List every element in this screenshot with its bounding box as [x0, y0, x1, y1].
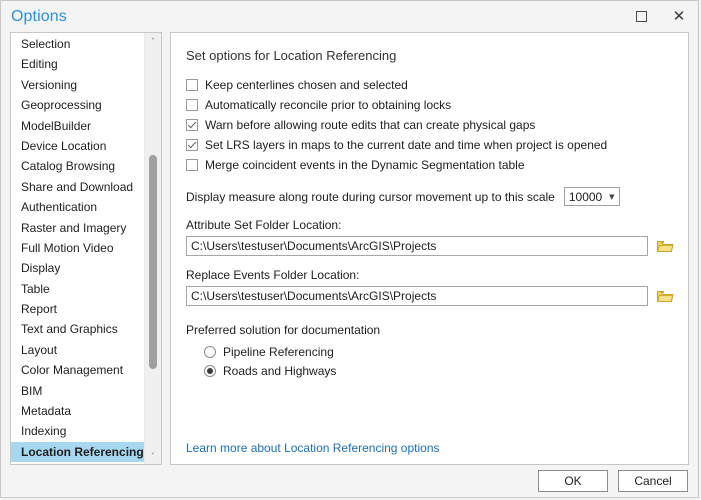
checkbox-row[interactable]: Merge coincident events in the Dynamic S…	[186, 156, 676, 174]
cancel-button[interactable]: Cancel	[618, 470, 688, 492]
scrollbar-thumb[interactable]	[149, 155, 157, 369]
sidebar-item-device-location[interactable]: Device Location	[11, 136, 144, 156]
sidebar-item-versioning[interactable]: Versioning	[11, 75, 144, 95]
checkbox-label: Merge coincident events in the Dynamic S…	[205, 158, 525, 172]
learn-more-link[interactable]: Learn more about Location Referencing op…	[186, 441, 440, 455]
checkbox-checked-icon[interactable]	[186, 139, 198, 151]
replace-events-folder-row	[186, 286, 676, 306]
scale-dropdown-value: 10000	[568, 189, 603, 204]
sidebar-item-indexing[interactable]: Indexing	[11, 421, 144, 441]
replace-events-folder-browse-button[interactable]	[654, 286, 676, 306]
window-title: Options	[11, 7, 67, 25]
radio-row[interactable]: Pipeline Referencing	[204, 342, 676, 361]
sidebar-item-table[interactable]: Table	[11, 279, 144, 299]
radio-selected-icon[interactable]	[204, 364, 216, 377]
scroll-down-button[interactable]: ˅	[145, 448, 161, 464]
checkbox-label: Set LRS layers in maps to the current da…	[205, 138, 608, 152]
display-measure-scale-row: Display measure along route during curso…	[186, 187, 676, 206]
sidebar-item-report[interactable]: Report	[11, 299, 144, 319]
checkbox-label: Automatically reconcile prior to obtaini…	[205, 98, 452, 112]
preferred-solution-group: Pipeline Referencing Roads and Highways	[183, 342, 676, 380]
checkbox-checked-icon[interactable]	[186, 119, 198, 131]
chevron-down-icon: ▼	[609, 192, 615, 201]
scroll-up-button[interactable]: ˄	[145, 33, 161, 49]
maximize-button[interactable]	[622, 1, 660, 32]
sidebar-item-editing[interactable]: Editing	[11, 54, 144, 74]
checkbox-row[interactable]: Keep centerlines chosen and selected	[186, 76, 676, 94]
sidebar-item-share-and-download[interactable]: Share and Download	[11, 177, 144, 197]
sidebar-item-full-motion-video[interactable]: Full Motion Video	[11, 238, 144, 258]
sidebar-item-bim[interactable]: BIM	[11, 381, 144, 401]
checkbox-group: Keep centerlines chosen and selected Auto…	[183, 76, 676, 174]
dialog-footer: OK Cancel	[1, 465, 698, 497]
folder-icon	[656, 241, 673, 252]
sidebar-item-display[interactable]: Display	[11, 258, 144, 278]
attribute-set-folder-input[interactable]	[186, 236, 648, 256]
sidebar-item-metadata[interactable]: Metadata	[11, 401, 144, 421]
checkbox-label: Warn before allowing route edits that ca…	[205, 118, 536, 132]
sidebar-item-selection[interactable]: Selection	[11, 34, 144, 54]
radio-row[interactable]: Roads and Highways	[204, 361, 676, 380]
maximize-icon	[635, 11, 647, 22]
checkbox-row[interactable]: Warn before allowing route edits that ca…	[186, 116, 676, 134]
window-controls: ✕	[622, 1, 698, 32]
sidebar-item-layout[interactable]: Layout	[11, 340, 144, 360]
radio-unselected-icon[interactable]	[204, 345, 216, 358]
checkbox-label: Keep centerlines chosen and selected	[205, 78, 408, 92]
close-icon: ✕	[672, 7, 686, 25]
attribute-set-folder-row	[186, 236, 676, 256]
checkbox-unchecked-icon[interactable]	[186, 159, 198, 171]
display-measure-scale-label: Display measure along route during curso…	[186, 189, 555, 204]
sidebar-item-catalog-browsing[interactable]: Catalog Browsing	[11, 156, 144, 176]
ok-button[interactable]: OK	[538, 470, 608, 492]
checkbox-row[interactable]: Automatically reconcile prior to obtaini…	[186, 96, 676, 114]
sidebar-item-raster-and-imagery[interactable]: Raster and Imagery	[11, 218, 144, 238]
radio-label: Pipeline Referencing	[223, 344, 334, 359]
sidebar-item-text-and-graphics[interactable]: Text and Graphics	[11, 319, 144, 339]
attribute-set-folder-label: Attribute Set Folder Location:	[186, 218, 342, 232]
sidebar-item-authentication[interactable]: Authentication	[11, 197, 144, 217]
category-list-scrollbar[interactable]: ˄ ˅	[144, 33, 161, 464]
checkbox-row[interactable]: Set LRS layers in maps to the current da…	[186, 136, 676, 154]
radio-label: Roads and Highways	[223, 363, 337, 378]
title-bar: Options ✕	[1, 1, 698, 32]
sidebar-item-location-referencing[interactable]: Location Referencing	[11, 441, 144, 463]
replace-events-folder-input[interactable]	[186, 286, 648, 306]
folder-icon	[656, 291, 673, 302]
close-button[interactable]: ✕	[660, 1, 698, 32]
dialog-body: Selection Editing Versioning Geoprocessing M…	[1, 32, 698, 497]
options-content-panel: Set options for Location Referencing Kee…	[170, 32, 689, 465]
preferred-solution-label: Preferred solution for documentation	[186, 323, 381, 337]
scrollbar-track[interactable]	[145, 49, 161, 448]
category-items[interactable]: Selection Editing Versioning Geoprocessing M…	[11, 33, 144, 464]
sidebar-item-color-management[interactable]: Color Management	[11, 360, 144, 380]
sidebar-item-modelbuilder[interactable]: ModelBuilder	[11, 116, 144, 136]
checkbox-unchecked-icon[interactable]	[186, 79, 198, 91]
options-dialog: Options ✕ Selection Editing Versioning Geop…	[0, 0, 699, 498]
options-category-list: Selection Editing Versioning Geoprocessing M…	[10, 32, 162, 465]
scale-dropdown[interactable]: 10000 ▼	[563, 187, 620, 206]
replace-events-folder-label: Replace Events Folder Location:	[186, 268, 360, 282]
sidebar-item-geoprocessing[interactable]: Geoprocessing	[11, 95, 144, 115]
panel-heading: Set options for Location Referencing	[186, 48, 397, 63]
checkbox-unchecked-icon[interactable]	[186, 99, 198, 111]
attribute-set-folder-browse-button[interactable]	[654, 236, 676, 256]
